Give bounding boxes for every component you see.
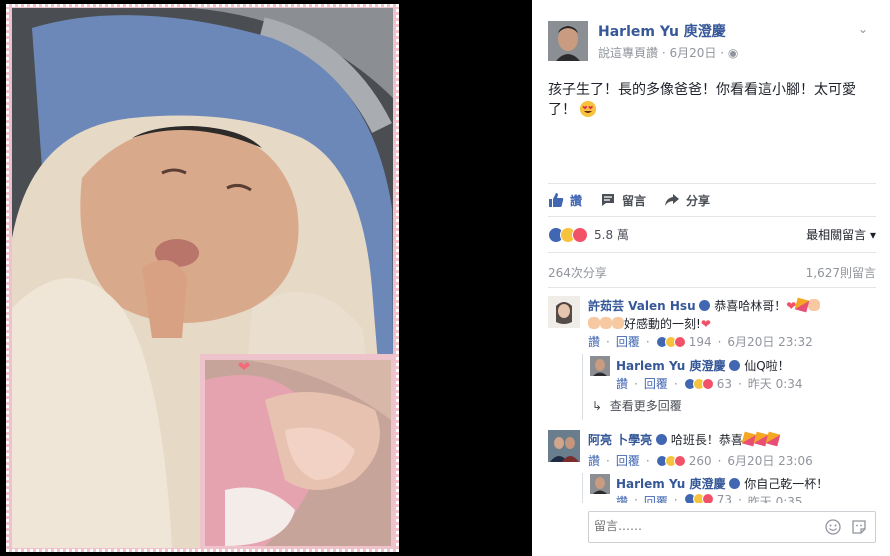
comment-sort-dropdown[interactable]: 最相關留言 ▾	[806, 226, 876, 243]
reply-thread-line	[582, 473, 583, 503]
sticker-icon[interactable]	[851, 519, 867, 535]
verified-badge-icon	[729, 478, 741, 489]
shares-count[interactable]: 264次分享	[548, 264, 607, 281]
share-button[interactable]: 分享	[664, 190, 710, 210]
post-actions: 讚 留言 分享	[548, 190, 710, 210]
divider	[548, 287, 876, 288]
clap-emoji-icon	[600, 317, 612, 329]
replier-name[interactable]: Harlem Yu 庾澄慶	[616, 477, 726, 491]
clap-emoji-icon	[808, 299, 821, 311]
commenter-name[interactable]: 阿亮 卜學亮	[588, 433, 652, 447]
comment-timestamp[interactable]: 6月20日 23:32	[727, 333, 812, 350]
clap-emoji-icon	[588, 317, 600, 329]
comment-reply-link[interactable]: 回覆	[616, 452, 640, 469]
reply-reaction-count: 73	[716, 493, 732, 503]
post-text: 孩子生了！長的多像爸爸！你看看這小腳！太可愛了！	[548, 82, 856, 118]
view-more-replies-link[interactable]: ↳ 查看更多回覆	[592, 397, 682, 414]
reply-timestamp[interactable]: 昨天 0:34	[748, 375, 803, 392]
comment-text-line2: 好感動的一刻!❤	[588, 315, 711, 332]
divider	[548, 252, 876, 253]
reply-meta: 讚 · 回覆 · 73 · 昨天 0:35	[616, 493, 803, 503]
comment-reply-link[interactable]: 回覆	[616, 333, 640, 350]
reply-avatar[interactable]	[590, 356, 610, 376]
reply-avatar[interactable]	[590, 474, 610, 494]
emoji-icon[interactable]	[825, 519, 841, 535]
inset-photo	[205, 360, 391, 546]
commenter-name[interactable]: 許茹芸 Valen Hsu	[588, 299, 696, 313]
reply-like-link[interactable]: 讚	[616, 375, 628, 392]
reply-reply-link[interactable]: 回覆	[644, 493, 668, 503]
commenter-avatar[interactable]	[548, 296, 580, 328]
post-meta: 說這專頁讚 · 6月20日 · ◉	[598, 46, 739, 60]
author-avatar[interactable]	[548, 21, 588, 61]
comment-reaction-count: 194	[688, 334, 712, 349]
replier-name[interactable]: Harlem Yu 庾澄慶	[616, 359, 726, 373]
thumbs-up-icon	[549, 193, 564, 207]
comment-text: 許茹芸 Valen Hsu 恭喜哈林哥！❤	[588, 297, 821, 314]
reply-timestamp[interactable]: 昨天 0:35	[748, 493, 803, 503]
party-popper-emoji-icon	[765, 431, 781, 447]
comment-meta: 讚 · 回覆 · 194 · 6月20日 23:32	[588, 333, 813, 350]
spacer	[548, 420, 876, 421]
verified-badge-icon	[699, 300, 711, 311]
post-byline[interactable]: 說這專頁讚	[598, 46, 658, 60]
reactions-summary[interactable]: 5.8 萬	[548, 226, 629, 243]
comment-composer[interactable]	[588, 511, 876, 543]
globe-icon: ◉	[727, 46, 739, 60]
reply-reaction-count: 63	[716, 376, 732, 391]
verified-badge-icon	[729, 360, 741, 371]
reply-thread-line	[582, 354, 583, 420]
comment-like-link[interactable]: 讚	[588, 452, 600, 469]
divider	[548, 183, 876, 184]
post-author-name[interactable]: Harlem Yu 庾澄慶	[598, 21, 726, 41]
post-panel: Harlem Yu 庾澄慶 說這專頁讚 · 6月20日 · ◉ ⌄ 孩子生了！長…	[532, 0, 890, 556]
post-date[interactable]: 6月20日	[669, 46, 716, 60]
comment-button[interactable]: 留言	[600, 190, 646, 210]
comment-timestamp[interactable]: 6月20日 23:06	[727, 452, 812, 469]
reply-reply-link[interactable]: 回覆	[644, 375, 668, 392]
heart-emoji-icon: ❤	[700, 317, 711, 331]
comment-input[interactable]	[592, 518, 816, 534]
reply-meta: 讚 · 回覆 · 63 · 昨天 0:34	[616, 375, 803, 392]
comment-reaction-count: 260	[688, 453, 712, 468]
comment-text: 阿亮 卜學亮 哈班長！恭喜	[588, 431, 781, 448]
party-popper-emoji-icon	[794, 297, 810, 313]
share-arrow-icon	[665, 194, 680, 206]
commenter-avatar[interactable]	[548, 430, 580, 462]
verified-badge-icon	[656, 434, 668, 445]
reply-like-link[interactable]: 讚	[616, 493, 628, 503]
comment-meta: 讚 · 回覆 · 260 · 6月20日 23:06	[588, 452, 813, 469]
reply-reactions[interactable]	[683, 377, 714, 390]
comment-icon	[602, 194, 615, 206]
reply-text: Harlem Yu 庾澄慶 你自己乾一杯！	[616, 477, 829, 491]
chevron-down-icon[interactable]: ⌄	[858, 22, 868, 36]
clap-emoji-icon	[612, 317, 624, 329]
photo-viewer[interactable]	[0, 0, 532, 556]
love-reaction-icon	[572, 226, 588, 243]
reactions-count: 5.8 萬	[594, 228, 629, 242]
comments-count[interactable]: 1,627則留言	[806, 264, 876, 281]
reply-reactions[interactable]	[683, 493, 714, 503]
divider	[548, 216, 876, 217]
comment-reactions[interactable]	[655, 454, 686, 467]
caret-down-icon: ▾	[869, 228, 876, 242]
reply-arrow-icon: ↳	[592, 399, 603, 413]
comment-like-link[interactable]: 讚	[588, 333, 600, 350]
heart-decoration-icon	[238, 362, 250, 370]
comment-reactions[interactable]	[655, 335, 686, 348]
heart-eyes-emoji-icon	[580, 101, 597, 117]
like-button[interactable]: 讚	[548, 190, 582, 210]
reply-text: Harlem Yu 庾澄慶 仙Q啦！	[616, 359, 790, 373]
